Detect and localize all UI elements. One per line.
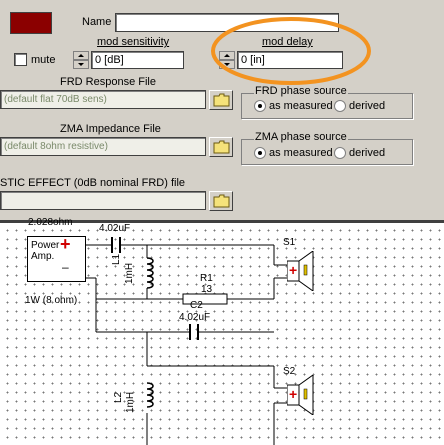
frd-as-measured-label: as measured [269, 100, 333, 112]
name-label: Name [82, 16, 112, 28]
zma-file-field[interactable]: (default 8ohm resistive) [0, 137, 206, 156]
schematic-canvas[interactable]: 2.028ohm Power Amp. + – 1W (8 ohm) 4.02u… [0, 217, 444, 445]
zma-impedance-label: ZMA Impedance File [60, 123, 161, 135]
l2-name-label: L2 [113, 391, 124, 403]
svg-text:+: + [289, 262, 297, 278]
c1-value-label: 4.02uF [99, 223, 131, 234]
frd-as-measured-radio[interactable] [254, 100, 266, 112]
acoustic-effect-label: STIC EFFECT (0dB nominal FRD) file [0, 177, 186, 189]
frd-phase-title: FRD phase source [254, 85, 348, 97]
speaker-s1[interactable]: + [286, 250, 315, 292]
zma-as-measured-label: as measured [269, 147, 333, 159]
speaker-icon: + [286, 250, 314, 292]
r1-name-label: R1 [200, 273, 213, 284]
s1-label: S1 [283, 237, 296, 248]
spinner-up-icon[interactable] [73, 51, 89, 60]
folder-icon [213, 140, 230, 154]
zma-derived-label: derived [349, 147, 386, 159]
mute-checkbox[interactable] [14, 53, 27, 66]
c2-value-label: 4.02uF [179, 312, 211, 323]
power-amp-label: Power Amp. [31, 240, 60, 262]
zma-open-button[interactable] [209, 137, 233, 157]
svg-text:+: + [289, 386, 297, 402]
color-swatch[interactable] [10, 12, 52, 34]
plus-icon: + [60, 234, 71, 254]
spinner-down-icon[interactable] [73, 60, 89, 69]
l1-value-label: 1mH [124, 262, 135, 284]
zma-phase-title: ZMA phase source [254, 131, 348, 143]
acoustic-file-field[interactable] [0, 191, 206, 210]
minus-icon: – [62, 260, 69, 274]
speaker-icon: + [286, 374, 314, 416]
zma-as-measured-radio[interactable] [254, 147, 266, 159]
mod-sensitivity-spinner[interactable] [73, 51, 89, 69]
l2-value-label: 1mH [125, 391, 136, 413]
mute-label: mute [31, 54, 56, 66]
folder-icon [213, 93, 230, 107]
power-rating-label: 1W (8 ohm) [25, 295, 78, 306]
acoustic-open-button[interactable] [209, 191, 233, 211]
l1-name-label: L1 [111, 253, 122, 265]
frd-file-field[interactable]: (default flat 70dB sens) [0, 90, 206, 109]
speaker-s2[interactable]: + [286, 374, 315, 416]
driver-settings-panel: Name mute mod sensitivity 0 [dB] mod del… [0, 0, 444, 223]
highlight-ellipse [211, 17, 371, 85]
frd-response-label: FRD Response File [60, 76, 156, 88]
r1-value-label: 13 [201, 284, 213, 295]
mod-sensitivity-label: mod sensitivity [97, 36, 170, 48]
c2-name-label: C2 [190, 300, 203, 311]
zma-derived-radio[interactable] [334, 147, 346, 159]
folder-icon [213, 194, 230, 208]
frd-open-button[interactable] [209, 90, 233, 110]
mod-sensitivity-input[interactable]: 0 [dB] [91, 51, 184, 69]
frd-derived-radio[interactable] [334, 100, 346, 112]
frd-derived-label: derived [349, 100, 386, 112]
